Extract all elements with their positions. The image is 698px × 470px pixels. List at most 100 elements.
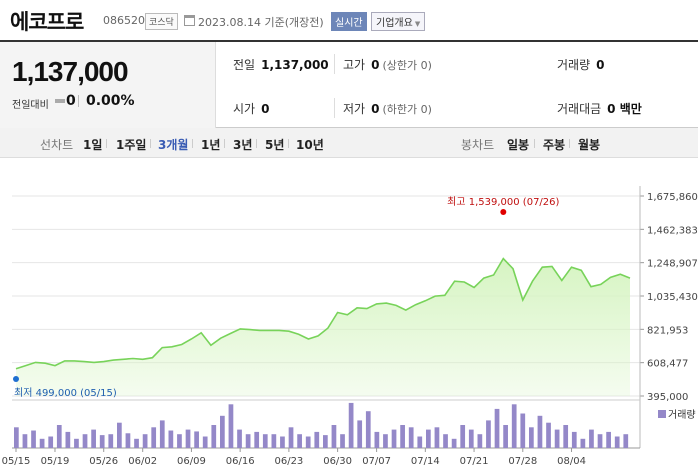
x-tick-label: 07/07 bbox=[362, 456, 391, 467]
lower-limit: (하한가 0) bbox=[382, 103, 432, 116]
volume-bar bbox=[554, 429, 560, 448]
volume-bar bbox=[537, 415, 543, 448]
volume-bar bbox=[142, 434, 148, 448]
volume-bar bbox=[357, 420, 363, 448]
period-1d[interactable]: 1일 bbox=[83, 136, 102, 153]
volume-bar bbox=[443, 434, 448, 448]
volume-bar bbox=[254, 431, 260, 448]
volume-bar bbox=[65, 431, 71, 448]
period-5y[interactable]: 5년 bbox=[265, 136, 284, 153]
volume-bar bbox=[228, 404, 234, 448]
divider bbox=[569, 139, 570, 148]
volume-bar bbox=[597, 434, 603, 448]
volume-bar bbox=[494, 408, 500, 448]
candle-daily[interactable]: 일봉 bbox=[507, 136, 529, 153]
volume-legend-label: 거래량 bbox=[668, 409, 696, 421]
period-3m[interactable]: 3개월 bbox=[158, 136, 188, 153]
volume-bar bbox=[117, 422, 122, 448]
volume-bar bbox=[14, 427, 19, 448]
amount-label: 거래대금 bbox=[557, 102, 602, 116]
volume-bar bbox=[460, 425, 466, 448]
volume-bar bbox=[365, 411, 371, 448]
y-tick-label: 821,953 bbox=[647, 325, 688, 336]
volume-bar bbox=[31, 430, 36, 448]
volume-bar bbox=[48, 436, 54, 448]
upper-limit: (상한가 0) bbox=[382, 59, 432, 72]
volume-bar bbox=[91, 429, 96, 448]
volume-bar bbox=[374, 431, 380, 448]
volume-bar bbox=[314, 431, 320, 448]
no-change-icon bbox=[55, 99, 65, 103]
change-percent: 0.00% bbox=[86, 93, 135, 109]
period-1w[interactable]: 1주일 bbox=[116, 136, 146, 153]
volume-legend-swatch bbox=[658, 410, 666, 418]
high-value: 0 bbox=[371, 58, 380, 72]
x-tick-label: 06/16 bbox=[226, 456, 255, 467]
stock-code: 086520 bbox=[103, 14, 145, 27]
volume-bar bbox=[22, 434, 28, 448]
candle-monthly[interactable]: 월봉 bbox=[578, 136, 600, 153]
volume-value: 0 bbox=[596, 58, 605, 72]
volume-bar bbox=[125, 433, 131, 448]
open-price: 시가 0 bbox=[233, 100, 269, 117]
divider bbox=[192, 139, 193, 148]
trade-amount: 거래대금 0 백만 bbox=[557, 100, 642, 117]
candle-weekly[interactable]: 주봉 bbox=[543, 136, 565, 153]
low-value: 0 bbox=[371, 102, 380, 116]
volume-label: 거래량 bbox=[557, 58, 591, 72]
x-tick-label: 06/30 bbox=[323, 456, 352, 467]
divider bbox=[78, 95, 79, 107]
volume-bar bbox=[503, 425, 508, 448]
x-tick-label: 07/14 bbox=[411, 456, 440, 467]
volume-bar bbox=[529, 427, 534, 448]
volume-bar bbox=[331, 425, 337, 448]
volume-bar bbox=[202, 436, 208, 448]
realtime-button[interactable]: 실시간 bbox=[331, 12, 367, 31]
stock-header: 에코프로 086520 코스닥 2023.08.14 기준(개장전) 실시간 기… bbox=[0, 0, 698, 42]
chart-period-bar: 선차트 1일 1주일 3개월 1년 3년 5년 10년 봉차트 일봉 주봉 월봉 bbox=[0, 128, 698, 158]
volume-bar bbox=[434, 427, 440, 448]
volume-bar bbox=[391, 429, 397, 448]
volume-bar bbox=[580, 438, 586, 448]
volume-bar bbox=[280, 436, 285, 448]
volume-bar bbox=[194, 431, 199, 448]
volume-bar bbox=[177, 434, 182, 448]
x-tick-label: 05/19 bbox=[41, 456, 70, 467]
x-tick-label: 06/23 bbox=[274, 456, 303, 467]
volume-bar bbox=[486, 420, 491, 448]
divider bbox=[106, 139, 107, 148]
volume-bar bbox=[468, 429, 474, 448]
volume-bar bbox=[383, 434, 388, 448]
max-price-label: 최고 1,539,000 (07/26) bbox=[447, 196, 559, 208]
volume-bar bbox=[262, 434, 268, 448]
volume-bar bbox=[159, 420, 165, 448]
period-1y[interactable]: 1년 bbox=[201, 136, 220, 153]
x-tick-label: 08/04 bbox=[557, 456, 586, 467]
period-10y[interactable]: 10년 bbox=[296, 136, 324, 153]
x-tick-label: 07/28 bbox=[508, 456, 537, 467]
current-price: 1,137,000 bbox=[12, 56, 129, 87]
volume-bar bbox=[400, 425, 405, 448]
volume-bar bbox=[108, 434, 114, 448]
volume-bar bbox=[288, 427, 294, 448]
x-tick-label: 07/21 bbox=[460, 456, 489, 467]
stock-name: 에코프로 bbox=[10, 10, 84, 34]
corp-info-dropdown[interactable]: 기업개요 ▼ bbox=[371, 12, 426, 31]
volume-bar bbox=[74, 438, 79, 448]
volume-bar bbox=[563, 425, 569, 448]
volume-bar bbox=[571, 431, 577, 448]
y-tick-label: 1,462,383 bbox=[647, 225, 698, 236]
low-price: 저가 0 (하한가 0) bbox=[343, 100, 432, 117]
volume-bar bbox=[245, 434, 251, 448]
min-price-dot bbox=[13, 376, 19, 382]
volume-bar bbox=[477, 434, 483, 448]
prev-close-label: 전일 bbox=[233, 58, 256, 72]
volume-bar bbox=[589, 429, 594, 448]
prev-close-value: 1,137,000 bbox=[261, 58, 329, 72]
market-badge: 코스닥 bbox=[145, 13, 178, 30]
volume-bar bbox=[623, 434, 629, 448]
volume-bar bbox=[417, 436, 423, 448]
period-3y[interactable]: 3년 bbox=[233, 136, 252, 153]
divider bbox=[224, 139, 225, 148]
price-chart: 1,675,860 1,462,383 1,248,907 1,035,430 821,… bbox=[2, 186, 698, 467]
